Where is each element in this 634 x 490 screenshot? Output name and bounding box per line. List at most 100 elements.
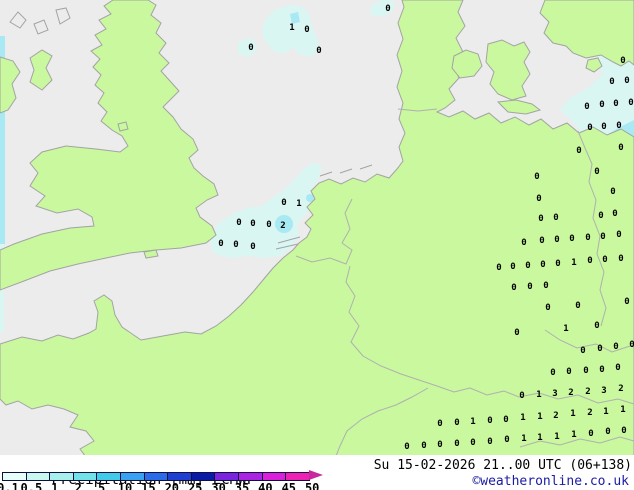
precip-value: 0 (554, 235, 560, 245)
colorbar-segment (120, 473, 145, 480)
precip-value: 0 (575, 301, 581, 311)
precip-value: 0 (281, 198, 287, 208)
precip-value: 0 (385, 4, 391, 14)
precip-value: 0 (600, 232, 606, 242)
precip-value: 0 (233, 240, 239, 250)
colorbar-segment (73, 473, 98, 480)
precip-value: 1 (289, 23, 295, 33)
precip-value: 1 (537, 433, 543, 443)
forecast-datetime: Su 15-02-2026 21..00 UTC (06+138) (373, 458, 632, 473)
precip-value: 2 (618, 384, 624, 394)
precip-value: 0 (540, 260, 546, 270)
precip-value: 0 (624, 76, 630, 86)
precip-value: 0 (594, 321, 600, 331)
precip-value: 0 (583, 366, 589, 376)
precip-value: 0 (553, 213, 559, 223)
weather-map-page: 1000000000000000000000000000000000000100… (0, 0, 634, 490)
precip-value: 1 (571, 430, 577, 440)
colorbar-segment (144, 473, 169, 480)
precip-value: 0 (454, 418, 460, 428)
colorbar-segment (3, 473, 27, 480)
precip-value: 0 (550, 368, 556, 378)
precip-value: 0 (566, 367, 572, 377)
precip-value: 0 (587, 256, 593, 266)
precip-value: 0 (521, 238, 527, 248)
precip-value: 0 (628, 98, 634, 108)
precip-value: 0 (616, 230, 622, 240)
precipitation-map: 1000000000000000000000000000000000000100… (0, 0, 634, 457)
precip-value: 0 (618, 254, 624, 264)
precip-value: 0 (613, 99, 619, 109)
precip-value: 0 (605, 427, 611, 437)
precip-value: 0 (487, 437, 493, 447)
precip-value: 1 (537, 412, 543, 422)
precip-value: 0 (421, 441, 427, 451)
precip-value: 0 (496, 263, 502, 273)
precip-value: 2 (587, 408, 593, 418)
precip-value: 2 (585, 387, 591, 397)
precip-value: 0 (538, 214, 544, 224)
precip-value: 0 (250, 242, 256, 252)
precip-value: 0 (511, 283, 517, 293)
copyright-text: ©weatheronline.co.uk (472, 474, 629, 489)
precip-value: 0 (588, 429, 594, 439)
precip-value: 0 (610, 187, 616, 197)
precip-value: 0 (618, 143, 624, 153)
precip-value: 0 (527, 282, 533, 292)
precip-value: 0 (629, 340, 634, 350)
precip-value: 1 (536, 390, 542, 400)
precip-value: 0 (599, 365, 605, 375)
precip-value: 1 (571, 258, 577, 268)
precip-value: 0 (597, 344, 603, 354)
precip-value: 0 (250, 219, 256, 229)
precip-value: 0 (404, 442, 410, 452)
precip-value: 0 (576, 146, 582, 156)
precip-value: 1 (554, 432, 560, 442)
colorbar-segment (191, 473, 216, 480)
precip-value: 0 (218, 239, 224, 249)
precip-value: 0 (503, 415, 509, 425)
precip-value: 0 (316, 46, 322, 56)
precip-value: 0 (609, 77, 615, 87)
precip-value: 1 (470, 417, 476, 427)
colorbar-segment (50, 473, 74, 480)
precip-value: 0 (587, 123, 593, 133)
precip-value: 1 (620, 405, 626, 415)
precip-value: 0 (601, 122, 607, 132)
precip-value: 0 (504, 435, 510, 445)
precip-value: 0 (613, 342, 619, 352)
precip-value: 0 (598, 211, 604, 221)
precip-value: 0 (584, 102, 590, 112)
precip-value: 0 (510, 262, 516, 272)
precip-value: 0 (612, 209, 618, 219)
colorbar-segment (215, 473, 239, 480)
colorbar-segment (26, 473, 51, 480)
precip-value: 0 (620, 56, 626, 66)
precip-value: 1 (570, 409, 576, 419)
precip-value: 1 (296, 199, 302, 209)
colorbar-segment (238, 473, 263, 480)
precip-value: 0 (615, 363, 621, 373)
precip-value: 1 (520, 413, 526, 423)
precip-value: 0 (599, 100, 605, 110)
legend-tick-label: 50 (304, 481, 320, 490)
precip-value: 1 (563, 324, 569, 334)
precip-value: 0 (437, 419, 443, 429)
precip-value: 0 (454, 439, 460, 449)
precip-value: 0 (580, 346, 586, 356)
precip-value: 0 (437, 440, 443, 450)
precip-value: 0 (470, 438, 476, 448)
colorbar-segment (168, 473, 192, 480)
precip-value: 3 (601, 386, 607, 396)
map-canvas (0, 0, 634, 457)
precip-value: 0 (616, 121, 622, 131)
precip-value: 0 (555, 259, 561, 269)
precip-value: 0 (519, 391, 525, 401)
precip-value: 0 (525, 261, 531, 271)
colorbar-arrow-icon (309, 470, 323, 480)
precip-value: 2 (280, 221, 286, 231)
precip-value: 3 (552, 389, 558, 399)
colorbar-segment (97, 473, 121, 480)
colorbar-segment (286, 473, 309, 480)
precip-value: 0 (624, 297, 630, 307)
